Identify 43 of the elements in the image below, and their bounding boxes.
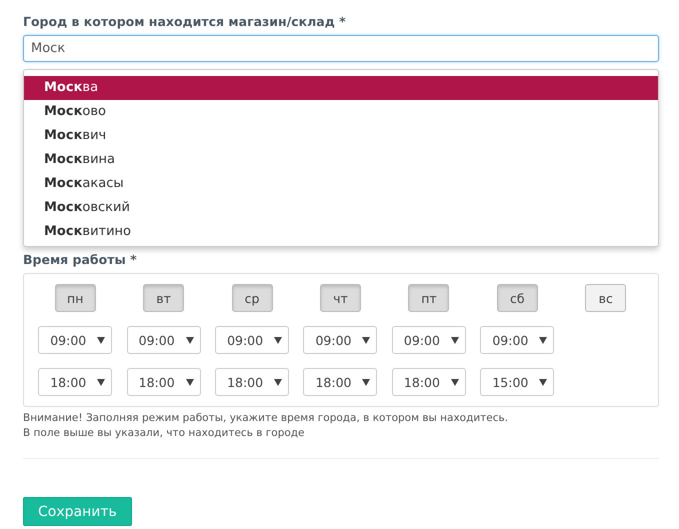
day-toggle[interactable]: вс (585, 284, 626, 312)
suggestion-item[interactable]: Москвитино (24, 220, 658, 244)
time-select[interactable]: 18:00 (215, 368, 290, 396)
time-select[interactable]: 18:00 (392, 368, 466, 396)
time-select[interactable]: 09:00 (392, 326, 466, 354)
day-toggle[interactable]: пт (408, 284, 450, 312)
dropdown-arrow-icon (186, 336, 194, 344)
dropdown-arrow-icon (97, 336, 106, 344)
time-select[interactable]: 18:00 (126, 368, 201, 396)
notice-text: В поле выше вы указали, что находитесь в городе (23, 426, 306, 441)
hours-label: Время работы * (23, 252, 138, 267)
time-select[interactable]: 18:00 (38, 368, 112, 396)
suggestion-item[interactable]: Москва (24, 76, 658, 100)
dropdown-arrow-icon (362, 378, 370, 386)
notice-text: Внимание! Заполняя режим работы, укажите время города, в котором вы находитесь. (23, 411, 510, 426)
day-toggle[interactable]: чт (320, 284, 361, 312)
city-input[interactable]: Моск (23, 35, 659, 62)
dropdown-arrow-icon (450, 378, 459, 386)
suggestion-item[interactable]: Московский (24, 196, 658, 220)
dropdown-arrow-icon (274, 336, 282, 344)
dropdown-arrow-icon (362, 336, 370, 344)
dropdown-arrow-icon (186, 378, 194, 386)
suggestion-item[interactable]: Москвина (24, 148, 658, 172)
day-toggle[interactable]: ср (232, 284, 273, 312)
city-label: Город в котором находится магазин/склад * (23, 14, 347, 29)
suggestion-item[interactable]: Москвич (24, 124, 658, 148)
suggestion-item[interactable]: Москакасы (24, 172, 658, 196)
day-toggle[interactable]: сб (496, 284, 538, 312)
time-select[interactable]: 15:00 (480, 368, 554, 396)
time-select[interactable]: 09:00 (480, 326, 554, 354)
dropdown-arrow-icon (539, 378, 548, 386)
day-toggle[interactable]: пн (54, 284, 96, 312)
time-select[interactable]: 09:00 (38, 326, 112, 354)
time-select[interactable]: 09:00 (303, 326, 378, 354)
time-select[interactable]: 09:00 (215, 326, 290, 354)
day-toggle[interactable]: вт (143, 284, 184, 312)
dropdown-arrow-icon (97, 378, 106, 386)
dropdown-arrow-icon (450, 336, 459, 344)
dropdown-arrow-icon (539, 336, 548, 344)
time-select[interactable]: 18:00 (303, 368, 378, 396)
dropdown-arrow-icon (274, 378, 282, 386)
suggestion-item[interactable]: Москово (24, 100, 658, 124)
time-select[interactable]: 09:00 (126, 326, 201, 354)
